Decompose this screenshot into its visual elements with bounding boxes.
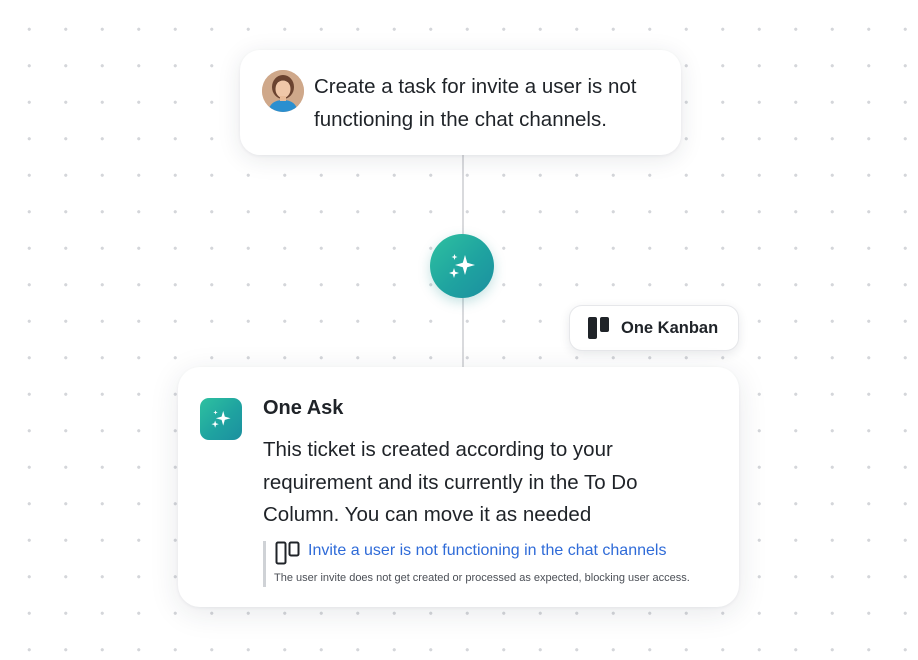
kanban-chip-label: One Kanban bbox=[621, 318, 719, 337]
ticket-title-link[interactable]: Invite a user is not functioning in the … bbox=[308, 542, 666, 560]
user-message-text: Create a task for invite a user is not f… bbox=[314, 75, 637, 131]
connector-line-top bbox=[462, 150, 464, 240]
ai-sparkles-node bbox=[430, 234, 494, 298]
ticket-description: The user invite does not get created or … bbox=[274, 572, 690, 584]
connector-line-bottom bbox=[462, 296, 464, 370]
answer-body-text: This ticket is created according to your… bbox=[263, 438, 638, 526]
user-avatar bbox=[262, 70, 304, 112]
sparkles-icon bbox=[211, 410, 231, 428]
user-message-bubble: Create a task for invite a user is not f… bbox=[240, 50, 681, 155]
one-ask-answer-card: One Ask This ticket is created according… bbox=[178, 367, 739, 607]
one-ask-logo bbox=[200, 398, 242, 440]
answer-title: One Ask bbox=[263, 397, 344, 419]
one-kanban-chip[interactable]: One Kanban bbox=[569, 305, 739, 351]
kanban-card-icon bbox=[275, 541, 300, 565]
kanban-board-icon bbox=[588, 317, 609, 339]
sparkles-icon bbox=[449, 254, 475, 278]
ticket-reference[interactable]: Invite a user is not functioning in the … bbox=[263, 541, 723, 587]
